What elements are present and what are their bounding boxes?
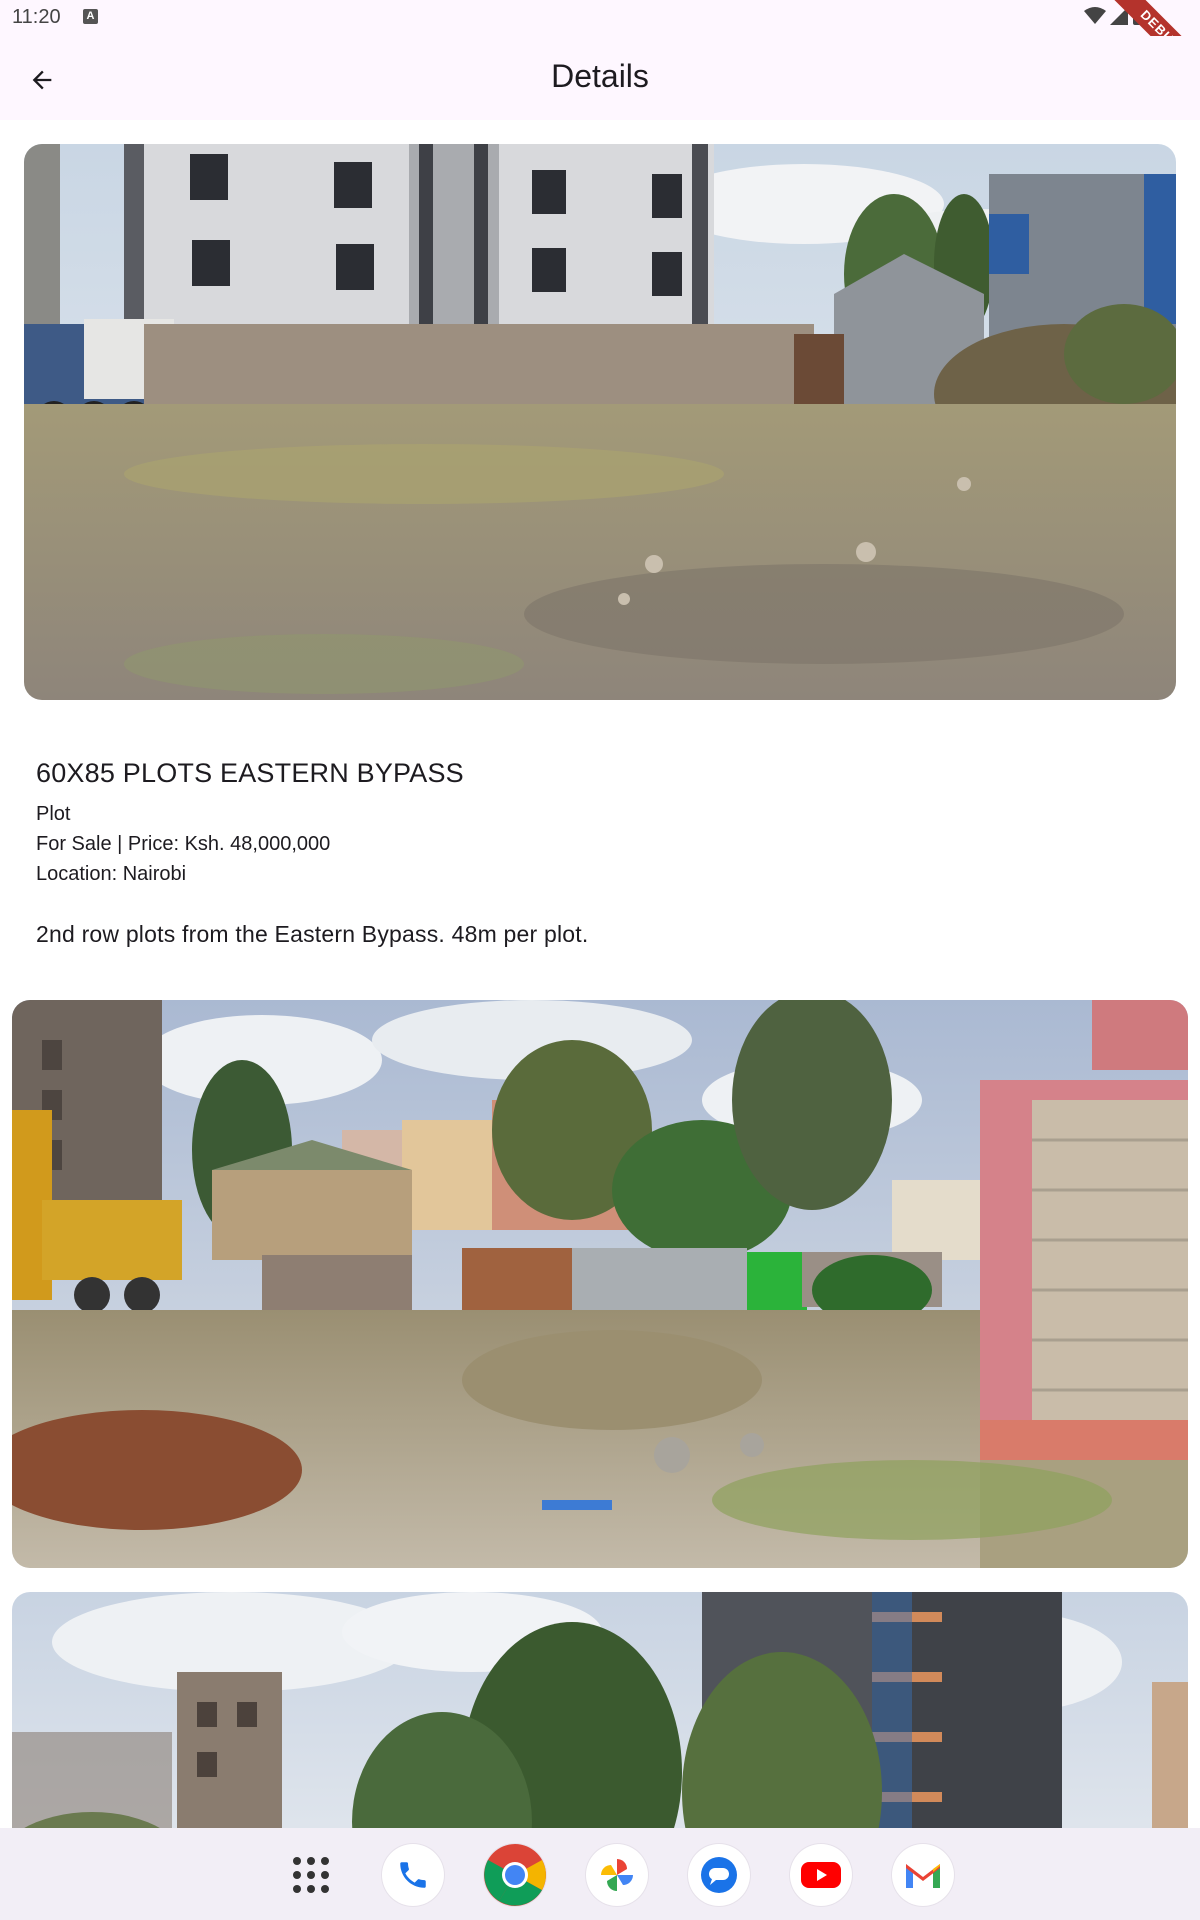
status-bar: 11:20 A DEBUG	[0, 0, 1200, 99]
listing-description: 2nd row plots from the Eastern Bypass. 4…	[36, 921, 589, 947]
listing-photo-2[interactable]	[12, 1000, 1188, 1568]
dock-icons	[280, 1844, 954, 1906]
listing-price: For Sale | Price: Ksh. 48,000,000	[36, 833, 331, 855]
app-dock	[0, 1828, 1200, 1920]
app-bar: Details	[0, 36, 1200, 120]
gmail-icon[interactable]	[892, 1844, 954, 1906]
listing-type: Plot	[36, 803, 71, 825]
listing-info: 60X85 PLOTS EASTERN BYPASS Plot For Sale…	[36, 758, 1166, 948]
apps-grid-icon[interactable]	[280, 1844, 342, 1906]
photos-icon[interactable]	[586, 1844, 648, 1906]
wifi-icon	[1084, 7, 1106, 24]
phone-icon[interactable]	[382, 1844, 444, 1906]
listing-location: Location: Nairobi	[36, 863, 187, 885]
messages-icon[interactable]	[688, 1844, 750, 1906]
listing-title: 60X85 PLOTS EASTERN BYPASS	[36, 758, 464, 788]
chrome-icon[interactable]	[484, 1844, 546, 1906]
page-title: Details	[551, 58, 649, 94]
youtube-icon[interactable]	[790, 1844, 852, 1906]
notification-badge: A	[83, 9, 98, 24]
status-time: 11:20	[12, 6, 61, 28]
listing-photo-1[interactable]	[24, 144, 1176, 700]
plot-photo-image	[12, 1000, 1188, 1568]
plot-photo-image	[24, 144, 1176, 700]
